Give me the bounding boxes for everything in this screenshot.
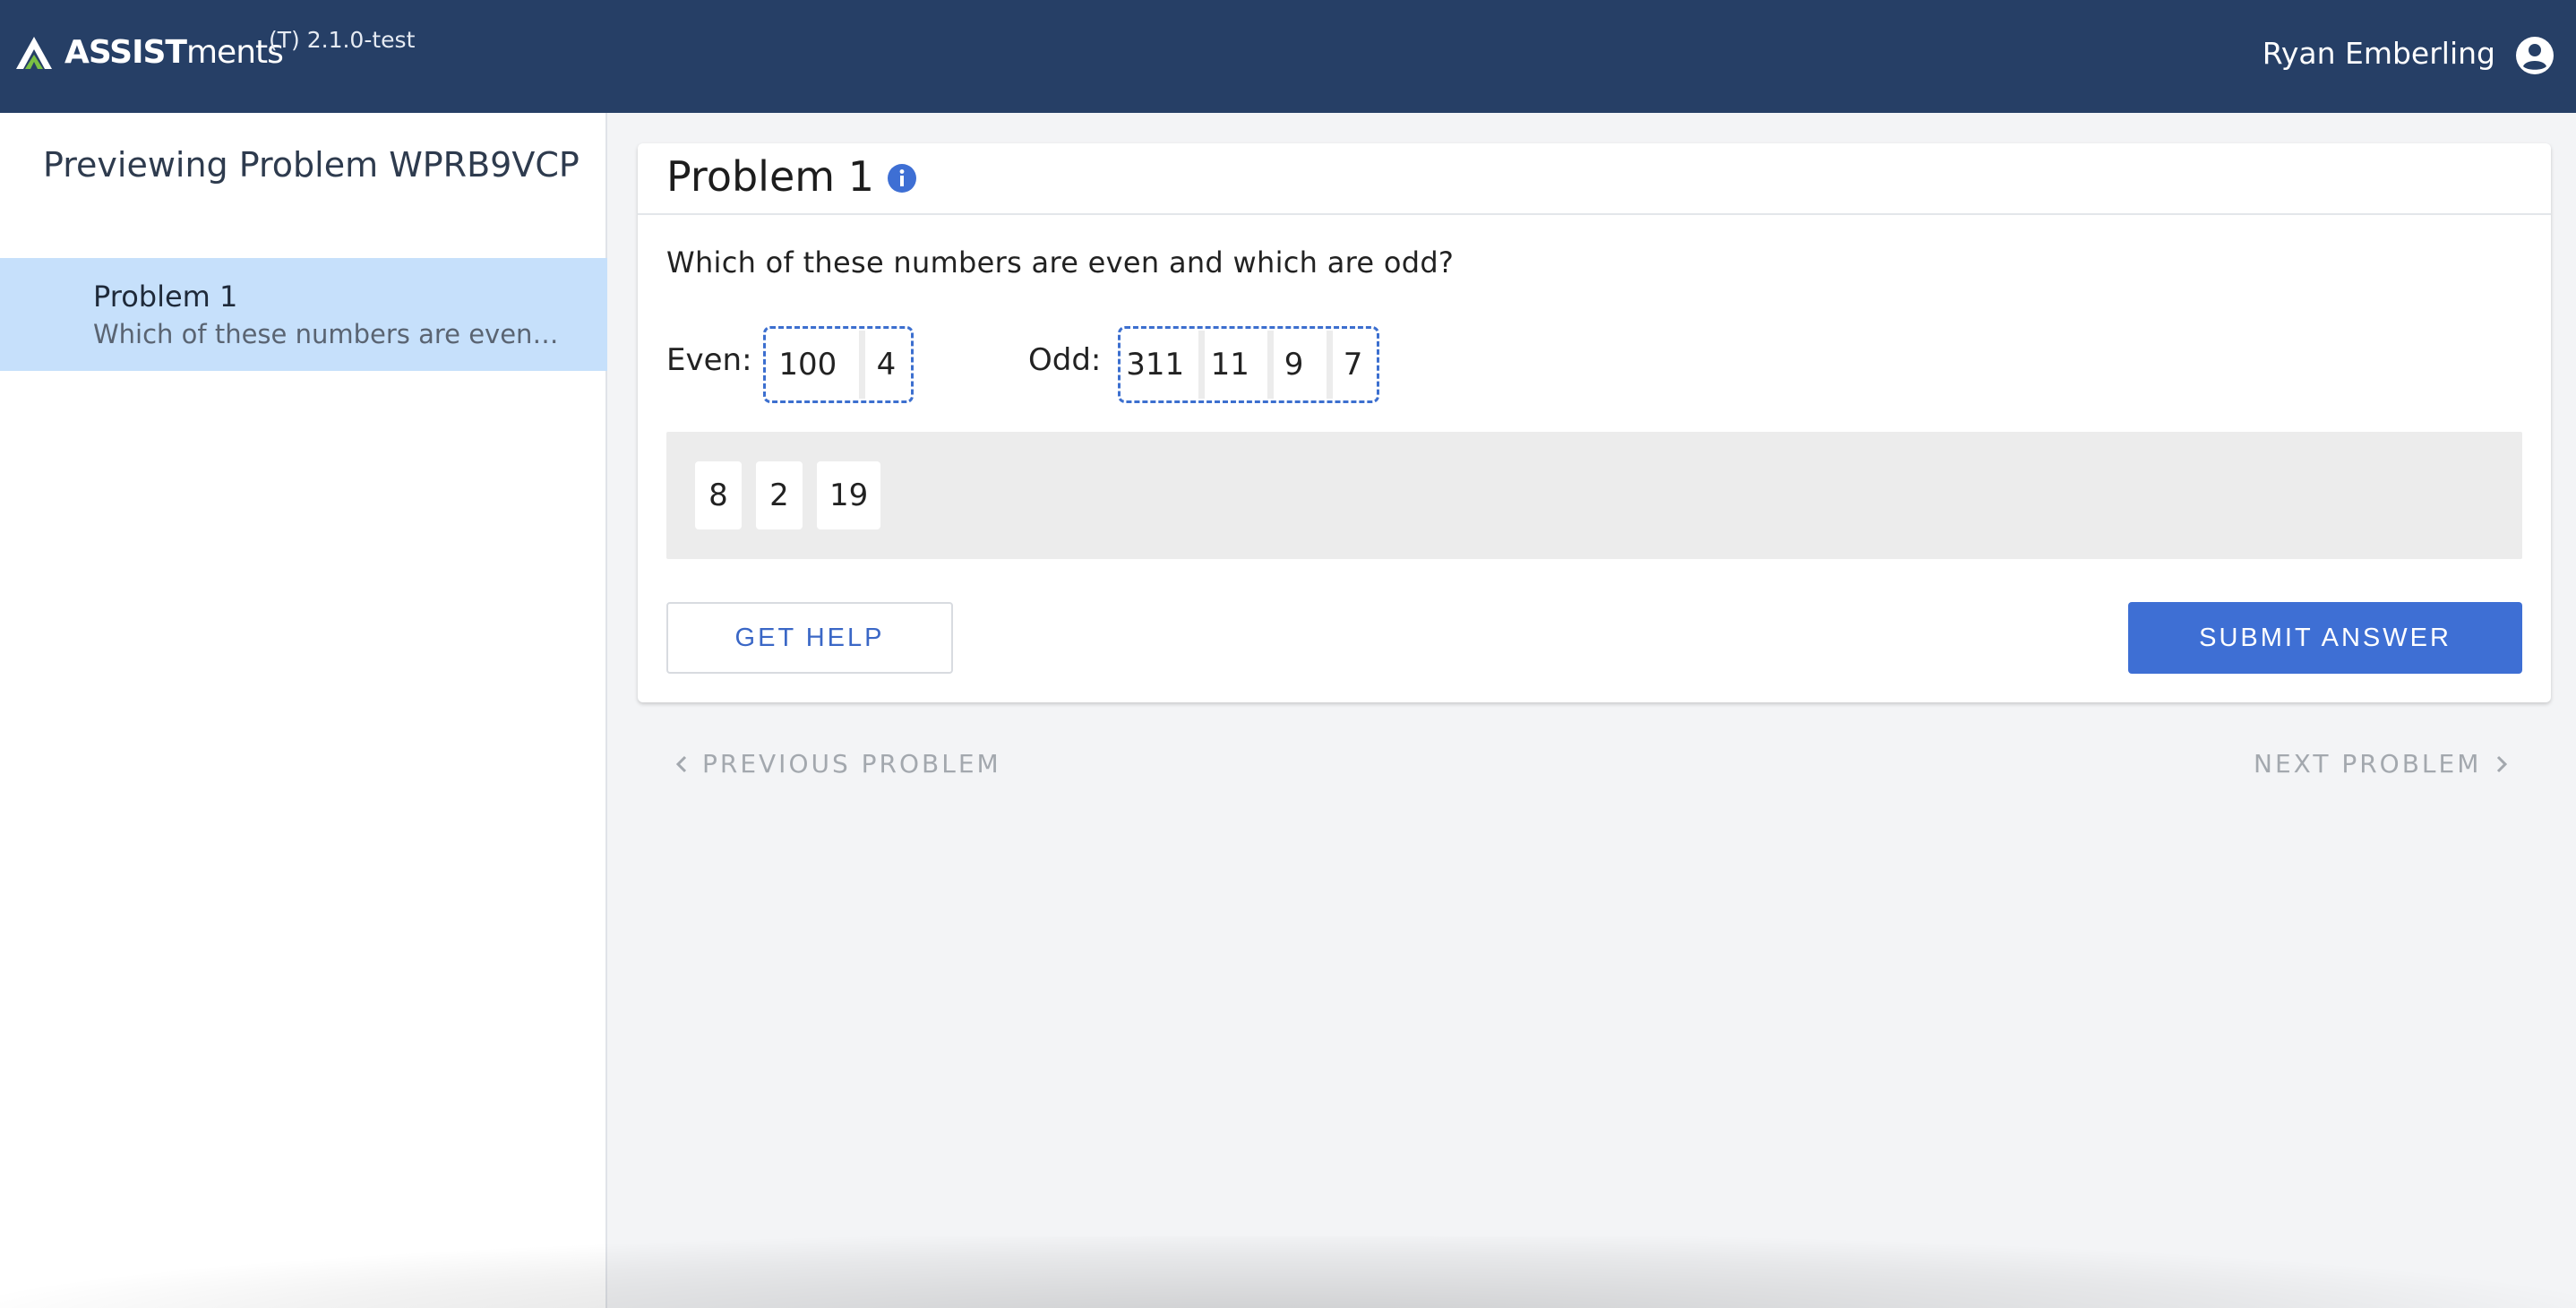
odd-label: Odd: — [1028, 342, 1102, 378]
even-dropzone[interactable]: 100 4 — [763, 326, 914, 403]
next-problem-label: NEXT PROBLEM — [2254, 749, 2482, 779]
top-app-bar: ASSISTments (T) 2.1.0-test Ryan Emberlin… — [0, 0, 2576, 113]
problem-title: Problem 1 — [666, 152, 874, 201]
sidebar-item-title: Problem 1 — [93, 280, 238, 314]
drag-tile[interactable]: 11 — [1198, 331, 1255, 399]
get-help-button[interactable]: GET HELP — [666, 602, 953, 674]
sidebar-item-problem-1[interactable]: Problem 1 Which of these numbers are eve… — [0, 258, 607, 371]
info-icon[interactable] — [887, 163, 917, 194]
problem-sidebar: Previewing Problem WPRB9VCP Problem 1 Wh… — [0, 113, 607, 1308]
bank-tile[interactable]: 8 — [695, 461, 742, 529]
problem-card-header: Problem 1 — [638, 143, 2551, 215]
problem-card: Problem 1 Which of these numbers are eve… — [638, 143, 2551, 702]
sidebar-title: Previewing Problem WPRB9VCP — [43, 145, 580, 185]
previous-problem-label: PREVIOUS PROBLEM — [702, 749, 1001, 779]
sidebar-item-subtitle: Which of these numbers are even and whic… — [93, 319, 559, 349]
drag-tile[interactable]: 311 — [1124, 331, 1187, 399]
account-circle-icon[interactable] — [2515, 36, 2555, 75]
logo-mark-icon — [16, 36, 52, 69]
submit-answer-button[interactable]: SUBMIT ANSWER — [2128, 602, 2522, 674]
drag-tile[interactable]: 4 — [858, 331, 907, 399]
question-text: Which of these numbers are even and whic… — [666, 245, 1455, 280]
drag-tile[interactable]: 9 — [1267, 331, 1314, 399]
chevron-left-icon — [675, 755, 687, 772]
bank-tile[interactable]: 2 — [756, 461, 803, 529]
drag-tile[interactable]: 7 — [1327, 331, 1373, 399]
drag-tile[interactable]: 100 — [769, 331, 846, 399]
answer-bank[interactable]: 8 2 19 — [666, 432, 2522, 559]
next-problem-link[interactable]: NEXT PROBLEM — [2254, 749, 2510, 779]
bank-tile[interactable]: 19 — [817, 461, 881, 529]
even-label: Even: — [666, 342, 752, 378]
previous-problem-link[interactable]: PREVIOUS PROBLEM — [674, 749, 1001, 779]
chevron-right-icon — [2497, 755, 2508, 772]
user-name[interactable]: Ryan Emberling — [2263, 36, 2495, 71]
brand-wordmark: ASSISTments — [64, 34, 284, 71]
version-label: (T) 2.1.0-test — [269, 27, 416, 53]
assistments-logo[interactable]: ASSISTments — [14, 34, 284, 71]
odd-dropzone[interactable]: 311 11 9 7 — [1118, 326, 1379, 403]
